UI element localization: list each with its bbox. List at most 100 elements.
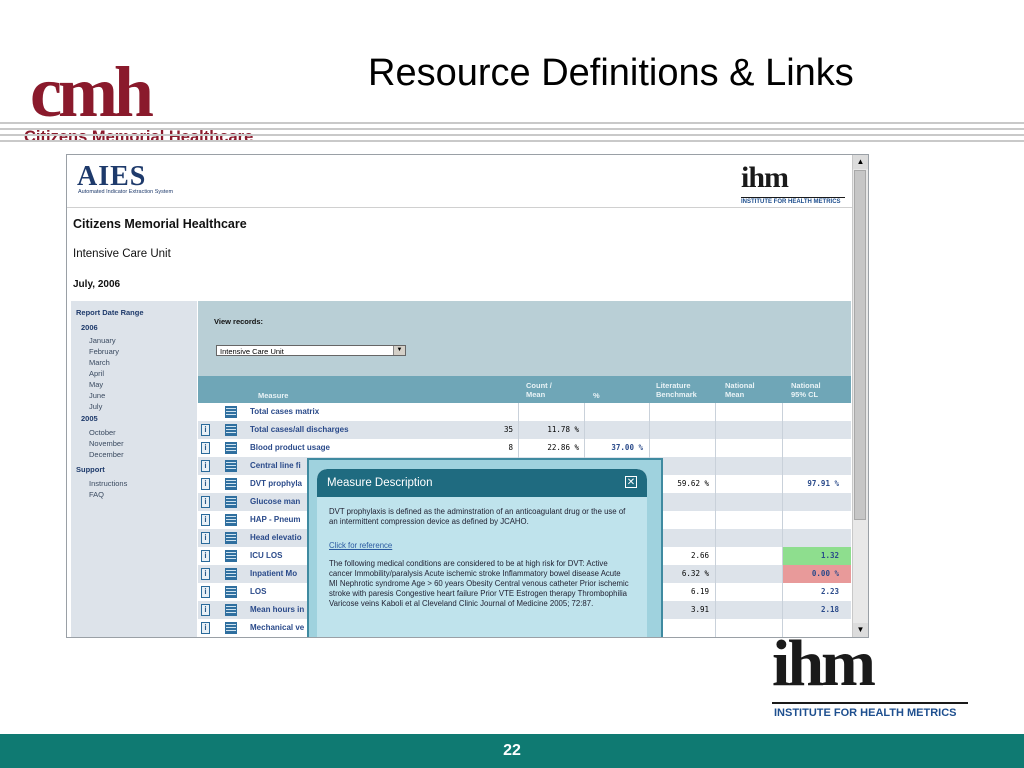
col-header-measure: Measure [258, 391, 289, 400]
nav-month-october[interactable]: October [89, 428, 116, 437]
grid-icon[interactable] [225, 514, 237, 526]
nav-month-may[interactable]: May [89, 380, 103, 389]
col-header-national-ci: National 95% CL [791, 381, 821, 399]
nav-month-april[interactable]: April [89, 369, 104, 378]
info-icon[interactable]: i [201, 568, 210, 580]
organization-name: Citizens Memorial Healthcare [73, 217, 247, 231]
measure-name[interactable]: Total cases/all discharges [250, 425, 349, 434]
ihm-logo-large: ihm INSTITUTE FOR HEALTH METRICS [772, 627, 977, 724]
nav-item-instructions[interactable]: Instructions [89, 479, 127, 488]
count-value: 35 [503, 425, 513, 434]
measure-name[interactable]: Total cases matrix [250, 407, 319, 416]
grid-icon[interactable] [225, 406, 237, 418]
measure-name[interactable]: Head elevatio [250, 533, 302, 542]
report-period: July, 2006 [73, 279, 121, 290]
table-row[interactable]: Total cases matrix [198, 403, 851, 421]
national-mean-value: 2.66 [690, 551, 709, 560]
close-icon[interactable]: ✕ [625, 476, 637, 488]
unit-select-value: Intensive Care Unit [220, 347, 284, 356]
unit-name: Intensive Care Unit [73, 248, 171, 260]
table-row[interactable]: i Blood product usage 8 22.86 % 37.00 % [198, 439, 851, 457]
grid-icon[interactable] [225, 460, 237, 472]
percent-value: 22.86 % [547, 443, 579, 452]
page-number: 22 [503, 742, 521, 759]
nav-month-july[interactable]: July [89, 402, 102, 411]
info-icon[interactable]: i [201, 496, 210, 508]
ihm-logo-mark: ihm [741, 161, 789, 194]
col-header-national-mean: National Mean [725, 381, 755, 399]
grid-icon[interactable] [225, 424, 237, 436]
measure-name[interactable]: Mechanical ve [250, 623, 304, 632]
nav-month-december[interactable]: December [89, 450, 124, 459]
info-icon[interactable]: i [201, 424, 210, 436]
nav-month-january[interactable]: January [89, 336, 116, 345]
ihm-logo-small: ihm INSTITUTE FOR HEALTH METRICS [739, 161, 849, 207]
slide-footer: 22 [0, 734, 1024, 768]
measure-description-modal: Measure Description ✕ DVT prophylaxis is… [307, 458, 663, 637]
modal-header: Measure Description ✕ [317, 469, 647, 497]
modal-body: DVT prophylaxis is defined as the admins… [317, 497, 647, 637]
ci-highlight [783, 547, 851, 565]
grid-icon[interactable] [225, 496, 237, 508]
nav-year-2006[interactable]: 2006 [81, 323, 98, 332]
ihm-logo-text: INSTITUTE FOR HEALTH METRICS [741, 199, 841, 205]
nav-item-faq[interactable]: FAQ [89, 490, 104, 499]
grid-icon[interactable] [225, 550, 237, 562]
nav-month-november[interactable]: November [89, 439, 124, 448]
app-screenshot: AIES Automated Indicator Extraction Syst… [66, 154, 869, 638]
measure-name[interactable]: LOS [250, 587, 266, 596]
info-icon[interactable]: i [201, 604, 210, 616]
nav-month-june[interactable]: June [89, 391, 105, 400]
measure-name[interactable]: ICU LOS [250, 551, 282, 560]
national-ci-value: 0.00 % [811, 569, 839, 578]
info-icon[interactable]: i [201, 550, 210, 562]
view-records-panel: View records: Intensive Care Unit ▼ [198, 301, 851, 376]
scrollbar[interactable]: ▲ ▼ [852, 155, 868, 637]
national-ci-value: 1.32 [820, 551, 839, 560]
grid-icon[interactable] [225, 622, 237, 634]
info-icon[interactable]: i [201, 442, 210, 454]
reference-link[interactable]: Click for reference [329, 541, 392, 550]
info-icon[interactable]: i [201, 478, 210, 490]
measure-name[interactable]: Mean hours in [250, 605, 304, 614]
grid-icon[interactable] [225, 532, 237, 544]
count-value: 8 [508, 443, 513, 452]
percent-value: 11.78 % [547, 425, 579, 434]
info-icon[interactable]: i [201, 532, 210, 544]
modal-title: Measure Description [327, 477, 433, 489]
info-icon[interactable]: i [201, 622, 210, 634]
col-header-percent: % [593, 391, 600, 400]
national-ci-value: 2.23 [820, 587, 839, 596]
measure-name[interactable]: Glucose man [250, 497, 300, 506]
measures-table-header: Measure Count / Mean % Literature Benchmar… [198, 376, 851, 403]
view-records-label: View records: [214, 317, 264, 326]
grid-icon[interactable] [225, 478, 237, 490]
measure-name[interactable]: Blood product usage [250, 443, 330, 452]
measure-name[interactable]: Central line fi [250, 461, 301, 470]
grid-icon[interactable] [225, 442, 237, 454]
table-row[interactable]: i Total cases/all discharges 35 11.78 % [198, 421, 851, 439]
nav-year-2005[interactable]: 2005 [81, 414, 98, 423]
dropdown-arrow-icon[interactable]: ▼ [393, 346, 405, 355]
info-icon[interactable]: i [201, 514, 210, 526]
nav-month-february[interactable]: February [89, 347, 119, 356]
measure-name[interactable]: Inpatient Mo [250, 569, 297, 578]
scrollbar-thumb[interactable] [854, 170, 866, 520]
grid-icon[interactable] [225, 586, 237, 598]
unit-select[interactable]: Intensive Care Unit ▼ [216, 345, 406, 356]
col-header-count: Count / Mean [526, 381, 552, 399]
national-ci-value: 2.18 [820, 605, 839, 614]
national-mean-value: 6.19 [690, 587, 709, 596]
national-ci-value: 97.91 % [807, 479, 839, 488]
grid-icon[interactable] [225, 568, 237, 580]
grid-icon[interactable] [225, 604, 237, 616]
measure-name[interactable]: DVT prophyla [250, 479, 302, 488]
scroll-up-icon[interactable]: ▲ [853, 155, 868, 169]
nav-header-report-range: Report Date Range [76, 308, 144, 317]
benchmark-value: 37.00 % [611, 443, 643, 452]
nav-month-march[interactable]: March [89, 358, 110, 367]
info-icon[interactable]: i [201, 586, 210, 598]
measure-name[interactable]: HAP - Pneum [250, 515, 301, 524]
info-icon[interactable]: i [201, 460, 210, 472]
slide-title: Resource Definitions & Links [368, 52, 854, 94]
